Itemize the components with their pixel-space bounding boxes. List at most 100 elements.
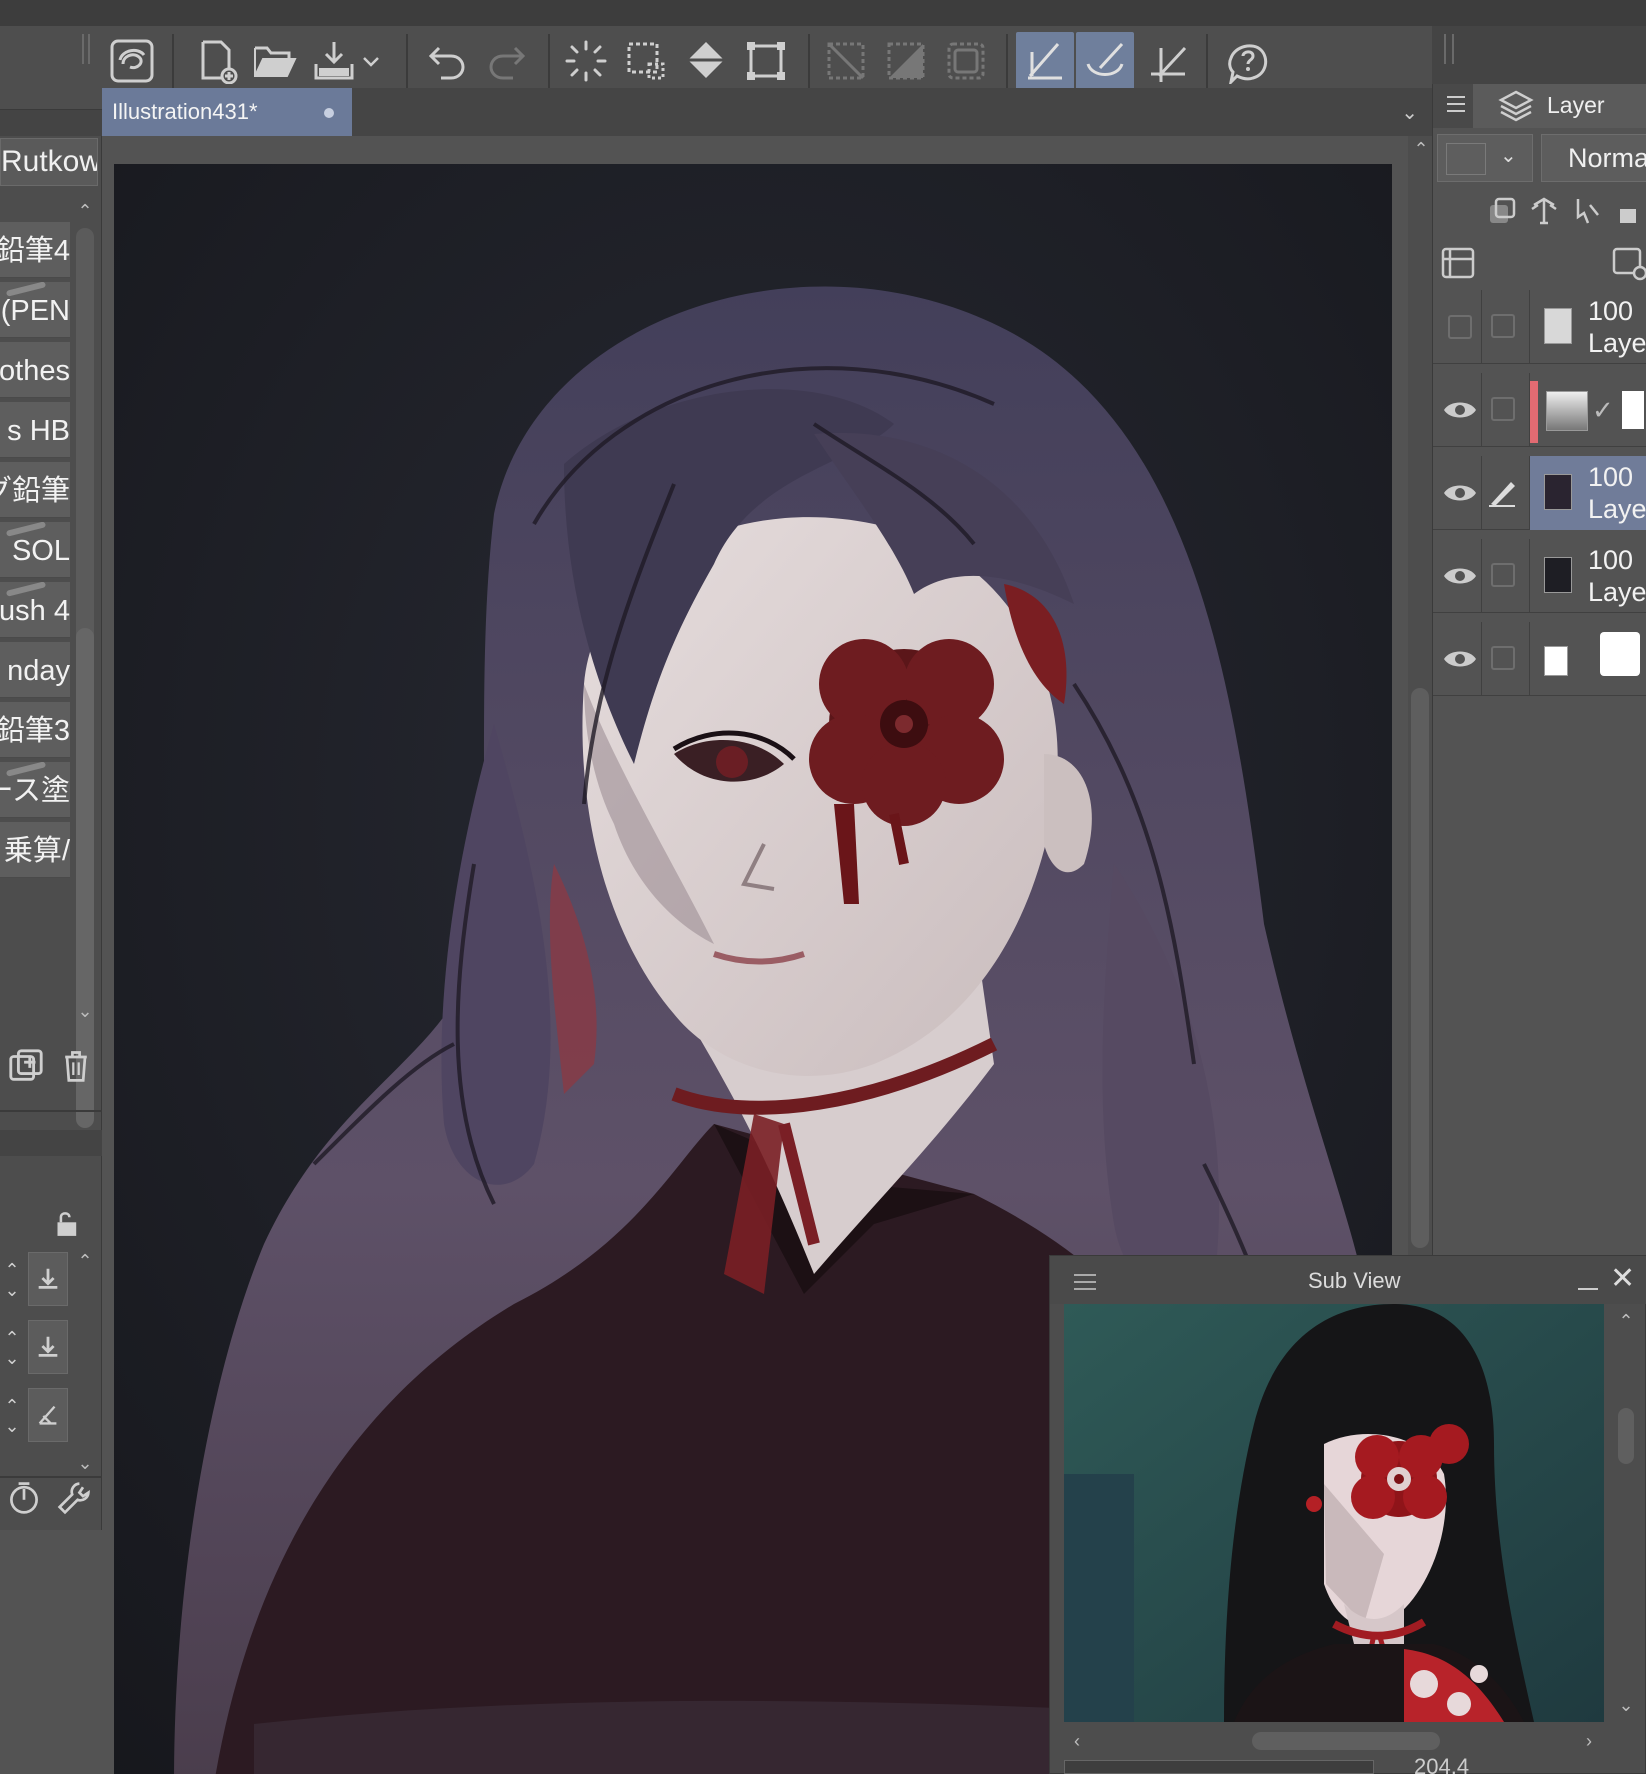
brush-item[interactable]: othes	[0, 342, 70, 398]
expand-toggle-icon[interactable]: ⌃ ⌄	[0, 1328, 24, 1368]
eye-icon[interactable]	[1441, 393, 1479, 427]
brush-item[interactable]: SOL	[0, 522, 70, 578]
lock-layer-icon[interactable]	[1609, 192, 1646, 230]
save-dropdown-chevron-icon[interactable]	[356, 32, 386, 90]
toolbar-grip[interactable]	[82, 34, 90, 64]
zoom-readout[interactable]: 204.4	[1414, 1754, 1469, 1774]
layer-property-icons	[1433, 186, 1646, 236]
brush-item[interactable]: 鉛筆4	[0, 222, 70, 278]
open-folder-icon[interactable]	[246, 32, 302, 90]
expand-toggle-icon[interactable]: ⌃ ⌄	[0, 1260, 24, 1300]
brush-list-scrollbar[interactable]: ⌃ ⌄	[72, 198, 98, 1128]
invert-selection-icon[interactable]	[878, 32, 934, 90]
brush-item[interactable]: nday	[0, 642, 70, 698]
scroll-down-icon[interactable]: ⌄	[1613, 1692, 1639, 1718]
duplicate-brush-icon[interactable]	[4, 1044, 48, 1088]
scrollbar-thumb[interactable]	[1411, 688, 1429, 1248]
eye-icon[interactable]	[1441, 642, 1479, 676]
redo-icon[interactable]	[478, 32, 534, 90]
document-tab[interactable]: Illustration431*	[102, 88, 352, 136]
transform-icon[interactable]	[738, 32, 794, 90]
blend-mode-select[interactable]: Normal	[1541, 134, 1646, 182]
layer-select-checkbox[interactable]	[1491, 646, 1515, 670]
eye-icon[interactable]	[1441, 476, 1479, 510]
help-icon[interactable]	[1220, 32, 1276, 90]
panel-menu-icon[interactable]	[1447, 96, 1465, 112]
deselect-icon[interactable]	[818, 32, 874, 90]
snap-special-ruler-icon[interactable]	[1076, 32, 1134, 90]
layer-row[interactable]	[1433, 622, 1646, 696]
layer-row[interactable]: 100 Layer	[1433, 539, 1646, 613]
layer-palette-icon[interactable]	[1439, 244, 1477, 282]
scroll-up-icon[interactable]: ⌃	[72, 198, 98, 224]
layer-select-checkbox[interactable]	[1491, 397, 1515, 421]
brush-item[interactable]: グ鉛筆	[0, 462, 70, 518]
dial-icon[interactable]	[2, 1476, 46, 1520]
snap-grid-icon[interactable]	[1140, 32, 1196, 90]
layer-row[interactable]: 100 Layer	[1433, 456, 1646, 530]
selection-icon[interactable]	[618, 32, 674, 90]
new-file-icon[interactable]	[188, 32, 244, 90]
brush-item[interactable]: 鉛筆3	[0, 702, 70, 758]
brush-item[interactable]: s HB	[0, 402, 70, 458]
tab-layer[interactable]: Layer	[1473, 84, 1646, 128]
pen-pressure-icon[interactable]	[28, 1388, 68, 1442]
new-layer-icon[interactable]	[1609, 244, 1646, 282]
brush-item[interactable]: ース塗	[0, 762, 70, 818]
scrollbar-thumb[interactable]	[1252, 1732, 1440, 1750]
minimize-icon[interactable]	[1578, 1270, 1598, 1290]
download-icon[interactable]	[28, 1320, 68, 1374]
download-icon[interactable]	[28, 1252, 68, 1306]
layer-name: Layer	[1588, 494, 1646, 524]
layer-name: Layer	[1588, 328, 1646, 358]
wrench-icon[interactable]	[52, 1476, 96, 1520]
scroll-down-icon[interactable]: ⌄	[72, 998, 98, 1024]
reference-layer-icon[interactable]	[1525, 192, 1563, 230]
clip-studio-icon[interactable]	[104, 32, 160, 90]
scroll-up-icon[interactable]: ⌃	[1613, 1308, 1639, 1334]
undo-icon[interactable]	[420, 32, 476, 90]
expand-toggle-icon[interactable]: ⌃ ⌄	[0, 1396, 24, 1436]
snap-ruler-icon[interactable]	[1016, 32, 1074, 90]
visibility-toggle[interactable]	[1441, 310, 1479, 344]
reference-image[interactable]	[1064, 1304, 1604, 1722]
tab-list-chevron-icon[interactable]: ⌄	[1401, 100, 1418, 125]
brush-item[interactable]: ush 4	[0, 582, 70, 638]
right-dock-strip	[1432, 26, 1646, 84]
layer-row[interactable]: 100 Layer	[1433, 290, 1646, 364]
layer-color-select[interactable]: ⌄	[1437, 134, 1533, 182]
blend-row: ⌄ Normal	[1433, 128, 1646, 184]
scroll-down-icon[interactable]: ⌄	[72, 1450, 98, 1476]
layer-row[interactable]: ✓	[1433, 373, 1646, 447]
brush-item[interactable]: PEN)	[0, 282, 70, 338]
trash-icon[interactable]	[54, 1044, 98, 1088]
close-icon[interactable]: ✕	[1610, 1264, 1635, 1294]
zoom-slider[interactable]	[1064, 1760, 1374, 1774]
selection-border-icon[interactable]	[938, 32, 994, 90]
layer-opacity: 100	[1588, 296, 1634, 326]
sub-view-vertical-scrollbar[interactable]: ⌃ ⌄	[1612, 1308, 1640, 1718]
current-brush-name[interactable]: Rutkowski Poster	[0, 138, 98, 186]
loading-icon[interactable]	[558, 32, 614, 90]
save-icon[interactable]	[306, 32, 362, 90]
clip-layer-icon[interactable]	[1483, 192, 1521, 230]
panel-menu-icon[interactable]	[1074, 1274, 1096, 1290]
layer-select-checkbox[interactable]	[1491, 314, 1515, 338]
layer-select-checkbox[interactable]	[1491, 563, 1515, 587]
scroll-right-icon[interactable]: ›	[1576, 1728, 1602, 1754]
lock-open-icon[interactable]	[44, 1202, 88, 1246]
dock-grip[interactable]	[1444, 34, 1454, 64]
document-tab-title: Illustration431*	[112, 99, 258, 124]
scroll-up-icon[interactable]: ⌃	[72, 1248, 98, 1274]
brush-item[interactable]: /乗算	[0, 822, 70, 878]
scroll-up-icon[interactable]: ⌃	[1408, 136, 1434, 162]
fill-icon[interactable]	[678, 32, 734, 90]
brush-panel: Rutkowski Poster 鉛筆4 PEN) othes s HB グ鉛筆…	[0, 110, 102, 1774]
canvas-vertical-scrollbar[interactable]: ⌃	[1408, 136, 1432, 1255]
draft-layer-icon[interactable]	[1569, 192, 1607, 230]
scroll-left-icon[interactable]: ‹	[1064, 1728, 1090, 1754]
sub-view-horizontal-scrollbar[interactable]: ‹ ›	[1064, 1726, 1604, 1756]
scrollbar-thumb[interactable]	[1618, 1408, 1634, 1464]
eye-icon[interactable]	[1441, 559, 1479, 593]
chevron-down-icon: ⌄	[1500, 145, 1517, 167]
